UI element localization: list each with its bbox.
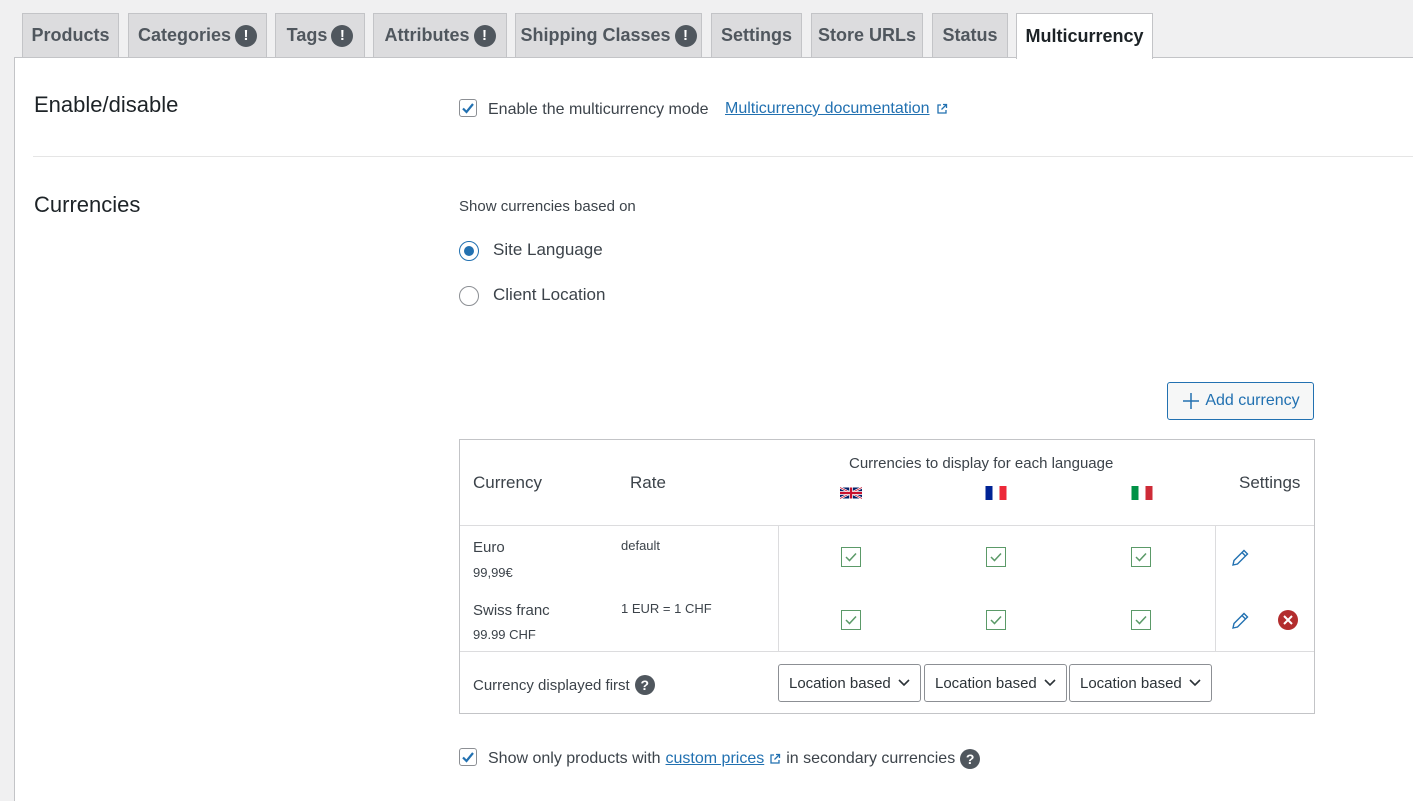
tab-settings[interactable]: Settings xyxy=(711,13,802,57)
edit-currency-pencil-icon[interactable] xyxy=(1229,610,1251,632)
header-divider xyxy=(460,525,1314,526)
currency-enabled-checkbox[interactable] xyxy=(1131,547,1151,567)
currency-name: Swiss franc xyxy=(473,602,550,619)
external-link-icon xyxy=(770,753,781,764)
check-icon xyxy=(845,552,857,562)
header-rate: Rate xyxy=(630,473,666,492)
select-value: Location based xyxy=(1080,674,1182,692)
custom-prices-row: Show only products with custom prices in… xyxy=(488,749,981,769)
tab-status[interactable]: Status xyxy=(932,13,1008,57)
currency-rate: 1 EUR = 1 CHF xyxy=(621,601,712,616)
settings-panel: Enable/disable Enable the multicurrency … xyxy=(14,57,1413,801)
italy-flag-icon xyxy=(1131,486,1153,500)
header-languages: Currencies to display for each language xyxy=(849,455,1114,472)
doc-link-text: Multicurrency documentation xyxy=(725,100,930,117)
tab-shipping-classes[interactable]: Shipping Classes ! xyxy=(515,13,702,57)
tab-label: Settings xyxy=(720,25,792,45)
enable-multicurrency-checkbox[interactable] xyxy=(459,99,477,117)
select-value: Location based xyxy=(789,674,891,692)
currencies-section-title: Currencies xyxy=(34,192,141,217)
add-currency-label: Add currency xyxy=(1205,392,1300,409)
currency-price-example: 99,99€ xyxy=(473,565,513,580)
tab-label: Multicurrency xyxy=(1025,26,1144,46)
row-divider xyxy=(460,651,1314,652)
edit-currency-pencil-icon[interactable] xyxy=(1229,547,1251,569)
currency-displayed-first: Currency displayed first ? xyxy=(473,675,655,695)
tab-categories[interactable]: Categories ! xyxy=(128,13,267,57)
select-value: Location based xyxy=(935,674,1037,692)
chevron-down-icon xyxy=(1189,679,1201,687)
check-icon xyxy=(990,615,1002,625)
external-link-icon xyxy=(936,103,947,114)
currency-rate: default xyxy=(621,538,661,553)
check-icon xyxy=(1135,615,1147,625)
check-icon xyxy=(990,552,1002,562)
header-settings: Settings xyxy=(1239,473,1301,492)
uk-flag-icon xyxy=(840,486,862,500)
column-divider xyxy=(1215,525,1216,651)
check-icon xyxy=(845,615,857,625)
currency-name: Euro xyxy=(473,539,505,556)
checkmark-icon xyxy=(462,752,474,763)
radio-site-language[interactable] xyxy=(459,241,479,261)
custom-prices-suffix: in secondary currencies xyxy=(786,750,956,767)
chevron-down-icon xyxy=(898,679,910,687)
tab-store-urls[interactable]: Store URLs xyxy=(811,13,923,57)
help-question-icon[interactable]: ? xyxy=(634,675,655,695)
check-icon xyxy=(1135,552,1147,562)
help-question-icon[interactable]: ? xyxy=(960,749,981,769)
tab-label: Store URLs xyxy=(817,25,916,45)
custom-prices-checkbox[interactable] xyxy=(459,748,477,766)
warning-badge-icon: ! xyxy=(674,24,697,47)
currencies-table: Currency Rate Currencies to display for … xyxy=(459,439,1315,714)
currency-displayed-first-label: Currency displayed first xyxy=(473,676,630,694)
tab-label: Products xyxy=(31,25,110,45)
delete-currency-icon[interactable] xyxy=(1278,610,1298,630)
currency-enabled-checkbox[interactable] xyxy=(1131,610,1151,630)
section-divider xyxy=(33,156,1413,157)
tab-products[interactable]: Products xyxy=(22,13,119,57)
currency-enabled-checkbox[interactable] xyxy=(841,610,861,630)
enable-section-title: Enable/disable xyxy=(34,92,179,117)
custom-prices-link[interactable]: custom prices xyxy=(666,750,765,768)
custom-prices-prefix: Show only products with xyxy=(488,750,661,767)
displayed-first-select-english[interactable]: Location based xyxy=(778,664,921,702)
column-divider xyxy=(778,525,779,651)
warning-badge-icon: ! xyxy=(473,24,496,47)
currency-enabled-checkbox[interactable] xyxy=(841,547,861,567)
displayed-first-select-french[interactable]: Location based xyxy=(924,664,1067,702)
radio-client-location[interactable] xyxy=(459,286,479,306)
tab-label: Categories xyxy=(137,25,232,45)
warning-badge-icon: ! xyxy=(331,24,354,47)
tab-attributes[interactable]: Attributes ! xyxy=(373,13,507,57)
add-currency-button[interactable]: Add currency xyxy=(1167,382,1314,420)
currency-enabled-checkbox[interactable] xyxy=(986,547,1006,567)
tab-label: Tags xyxy=(286,25,328,45)
enable-multicurrency-label: Enable the multicurrency mode xyxy=(488,101,709,118)
tab-label: Status xyxy=(942,25,998,45)
tab-tags[interactable]: Tags ! xyxy=(275,13,365,57)
checkmark-icon xyxy=(462,103,474,114)
plus-icon xyxy=(1183,393,1200,409)
france-flag-icon xyxy=(985,486,1007,500)
tab-label: Shipping Classes xyxy=(520,25,671,45)
header-currency: Currency xyxy=(473,473,542,492)
tab-label: Attributes xyxy=(384,25,470,45)
warning-badge-icon: ! xyxy=(235,24,258,47)
chevron-down-icon xyxy=(1044,679,1056,687)
displayed-first-select-italian[interactable]: Location based xyxy=(1069,664,1212,702)
currency-price-example: 99.99 CHF xyxy=(473,627,536,642)
site-language-label: Site Language xyxy=(493,240,603,259)
multicurrency-documentation-link[interactable]: Multicurrency documentation xyxy=(725,100,948,118)
currency-enabled-checkbox[interactable] xyxy=(986,610,1006,630)
client-location-label: Client Location xyxy=(493,285,606,304)
tab-multicurrency[interactable]: Multicurrency xyxy=(1016,13,1153,59)
show-based-on-label: Show currencies based on xyxy=(459,198,636,215)
